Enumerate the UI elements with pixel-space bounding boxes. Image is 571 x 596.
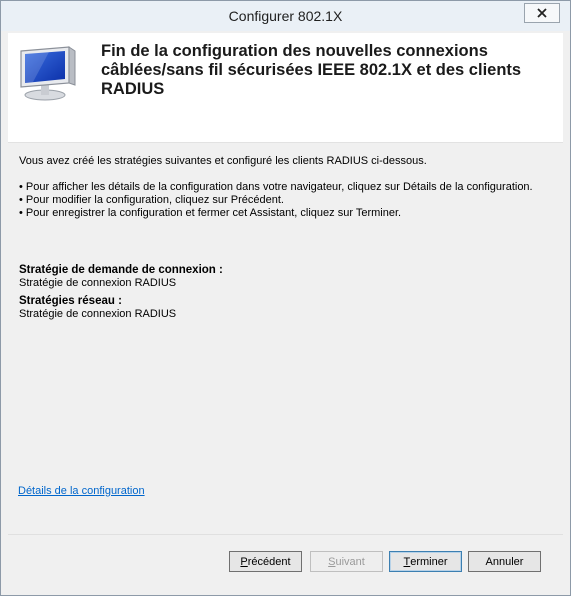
intro-text: Vous avez créé les stratégies suivantes … — [19, 155, 427, 167]
next-button[interactable]: Suivant — [310, 551, 383, 572]
close-button[interactable] — [524, 3, 560, 23]
next-label: uivant — [335, 555, 365, 568]
instruction-list: • Pour afficher les détails de la config… — [19, 181, 533, 220]
finish-label: erminer — [410, 555, 448, 568]
window-title: Configurer 802.1X — [228, 8, 343, 24]
close-icon — [537, 8, 547, 18]
previous-accel: P — [240, 555, 248, 568]
button-separator — [8, 534, 563, 535]
monitor-network-icon — [20, 46, 76, 101]
wizard-content: Vous avez créé les stratégies suivantes … — [8, 143, 563, 543]
wizard-window: Configurer 802.1X Fin de la configuratio… — [0, 0, 571, 596]
list-item: • Pour enregistrer la configuration et f… — [19, 207, 402, 219]
list-item: • Pour modifier la configuration, clique… — [19, 194, 284, 206]
connection-request-policy-value: Stratégie de connexion RADIUS — [19, 277, 177, 289]
cancel-button[interactable]: Annuler — [468, 551, 541, 572]
title-bar[interactable]: Configurer 802.1X — [1, 1, 570, 31]
page-title: Fin de la configuration des nouvelles co… — [101, 42, 522, 98]
finish-button[interactable]: Terminer — [389, 551, 462, 572]
wizard-header: Fin de la configuration des nouvelles co… — [8, 33, 563, 143]
previous-button[interactable]: Précédent — [229, 551, 302, 572]
configuration-details-link[interactable]: Détails de la configuration — [18, 485, 145, 497]
finish-accel: T — [403, 555, 411, 568]
list-item: • Pour afficher les détails de la config… — [19, 181, 533, 193]
network-policies-value: Stratégie de connexion RADIUS — [19, 308, 177, 320]
previous-label: récédent — [247, 555, 291, 568]
connection-request-policy-label: Stratégie de demande de connexion : — [19, 264, 223, 276]
next-accel: S — [328, 555, 336, 568]
network-policies-label: Stratégies réseau : — [19, 295, 122, 307]
